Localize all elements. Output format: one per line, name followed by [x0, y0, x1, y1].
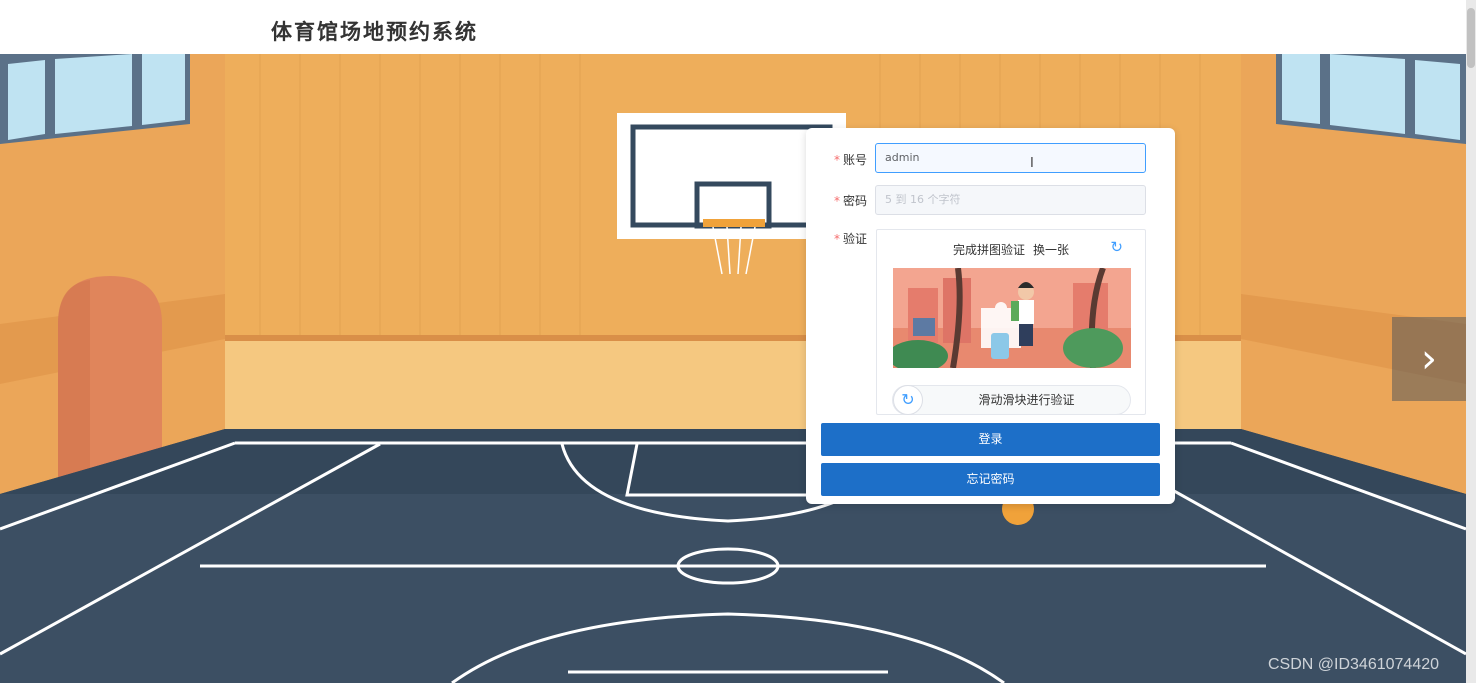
captcha-switch-link[interactable]: 换一张 [1033, 243, 1069, 257]
password-label: * 密码 [834, 194, 868, 208]
required-mark: * [834, 232, 840, 246]
login-button[interactable]: 登录 [821, 423, 1160, 456]
text-cursor-icon: I [1030, 156, 1034, 171]
chevron-right-icon: › [1421, 336, 1437, 382]
watermark: CSDN @ID3461074420 [1268, 656, 1440, 673]
account-input[interactable]: admin [875, 143, 1146, 173]
password-input[interactable]: 5 到 16 个字符 [875, 185, 1146, 215]
captcha-slider-track[interactable]: ↻ 滑动滑块进行验证 [892, 385, 1131, 415]
slider-hint-text: 滑动滑块进行验证 [978, 393, 1075, 407]
login-form-card: * 账号 admin * 密码 5 到 16 个字符 * 验证 完成拼图验证 换一张 ↻ [806, 128, 1175, 504]
captcha-title: 完成拼图验证 [952, 243, 1025, 257]
top-header: 体育馆场地预约系统 [0, 0, 1466, 54]
site-title: 体育馆场地预约系统 [271, 20, 478, 44]
verify-label: * 验证 [834, 232, 868, 246]
page-scrollbar[interactable] [1466, 0, 1476, 683]
captcha-title-row: 完成拼图验证 换一张 [877, 241, 1145, 258]
captcha-panel: 完成拼图验证 换一张 ↻ ↻ 滑动滑块进行验证 [876, 229, 1146, 415]
basketball-court-background [0, 54, 1466, 683]
forgot-password-button[interactable]: 忘记密码 [821, 463, 1160, 496]
account-label: * 账号 [834, 153, 868, 167]
refresh-icon[interactable]: ↻ [1110, 238, 1123, 256]
required-mark: * [834, 194, 840, 208]
scrollbar-thumb[interactable] [1467, 8, 1475, 68]
slider-handle-refresh-icon[interactable]: ↻ [893, 385, 923, 415]
captcha-puzzle-image [893, 268, 1131, 368]
required-mark: * [834, 153, 840, 167]
carousel-next-button[interactable]: › [1392, 317, 1466, 401]
